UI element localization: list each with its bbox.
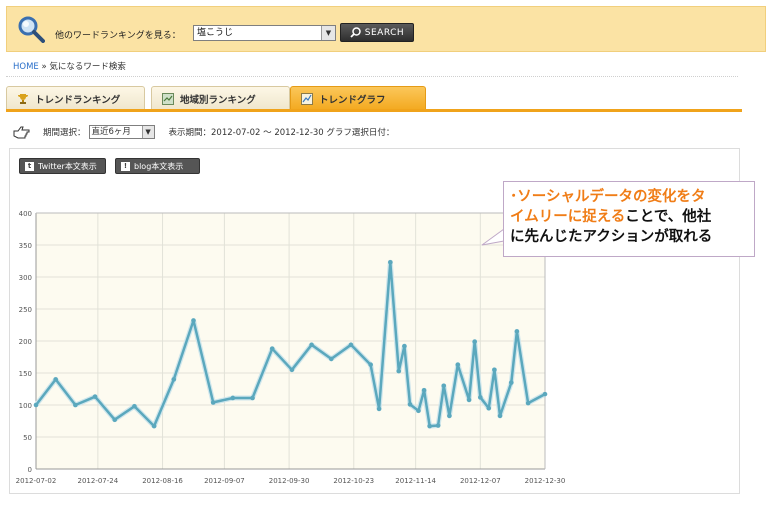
data-point: [112, 417, 118, 423]
data-point: [348, 342, 354, 348]
data-point: [421, 387, 427, 393]
data-point: [33, 402, 39, 408]
data-point: [309, 342, 314, 348]
data-point: [478, 395, 483, 400]
x-tick-label: 2012-07-24: [78, 477, 119, 485]
data-point: [210, 400, 216, 405]
y-tick-label: 400: [19, 210, 32, 218]
data-point: [396, 368, 402, 374]
x-tick-label: 2012-11-14: [395, 477, 436, 485]
data-point: [435, 423, 441, 428]
callout-line2-highlight: イムリーに捉える: [510, 209, 626, 225]
data-point: [92, 394, 98, 399]
data-point: [230, 395, 236, 401]
y-tick-label: 50: [23, 434, 32, 442]
data-point: [416, 408, 421, 414]
data-point: [492, 367, 497, 373]
y-tick-label: 100: [19, 402, 32, 410]
data-point: [289, 367, 295, 373]
x-tick-label: 2012-12-07: [460, 477, 501, 485]
x-tick-label: 2012-09-30: [269, 477, 310, 485]
data-point: [441, 383, 447, 389]
data-point: [132, 403, 137, 409]
data-point: [466, 397, 472, 403]
data-point: [407, 402, 413, 407]
x-tick-label: 2012-09-07: [204, 477, 245, 485]
data-point: [151, 423, 157, 429]
data-point: [368, 362, 373, 367]
data-point: [269, 346, 275, 351]
data-point: [53, 377, 58, 382]
data-point: [191, 318, 196, 323]
y-tick-label: 200: [19, 338, 32, 346]
x-tick-label: 2012-10-23: [333, 477, 374, 485]
data-point: [402, 343, 407, 349]
data-point: [514, 329, 520, 334]
callout-line3: に先んじたアクションが取れる: [510, 229, 713, 245]
data-point: [525, 400, 531, 406]
data-point: [542, 391, 548, 397]
x-tick-label: 2012-07-02: [16, 477, 57, 485]
callout-line2-rest: ことで、他社: [625, 209, 712, 225]
y-tick-label: 0: [28, 466, 32, 474]
data-point: [388, 259, 393, 265]
data-point: [250, 395, 255, 401]
x-tick-label: 2012-12-30: [525, 477, 566, 485]
data-point: [427, 423, 433, 429]
y-tick-label: 300: [19, 274, 32, 282]
data-point: [472, 339, 477, 344]
callout-line1: ･ソーシャルデータの変化をタ: [510, 189, 706, 205]
data-point: [455, 362, 461, 367]
y-tick-label: 150: [19, 370, 32, 378]
data-point: [73, 402, 78, 408]
data-point: [376, 406, 382, 412]
y-tick-label: 250: [19, 306, 32, 314]
data-point: [497, 413, 503, 419]
data-point: [486, 405, 492, 411]
y-tick-label: 350: [19, 242, 32, 250]
data-point: [508, 380, 514, 385]
data-point: [447, 413, 452, 419]
data-point: [171, 377, 177, 382]
x-tick-label: 2012-08-16: [142, 477, 183, 485]
callout-annotation: ･ソーシャルデータの変化をタ イムリーに捉えることで、他社 に先んじたアクション…: [503, 181, 755, 257]
data-point: [328, 356, 334, 362]
